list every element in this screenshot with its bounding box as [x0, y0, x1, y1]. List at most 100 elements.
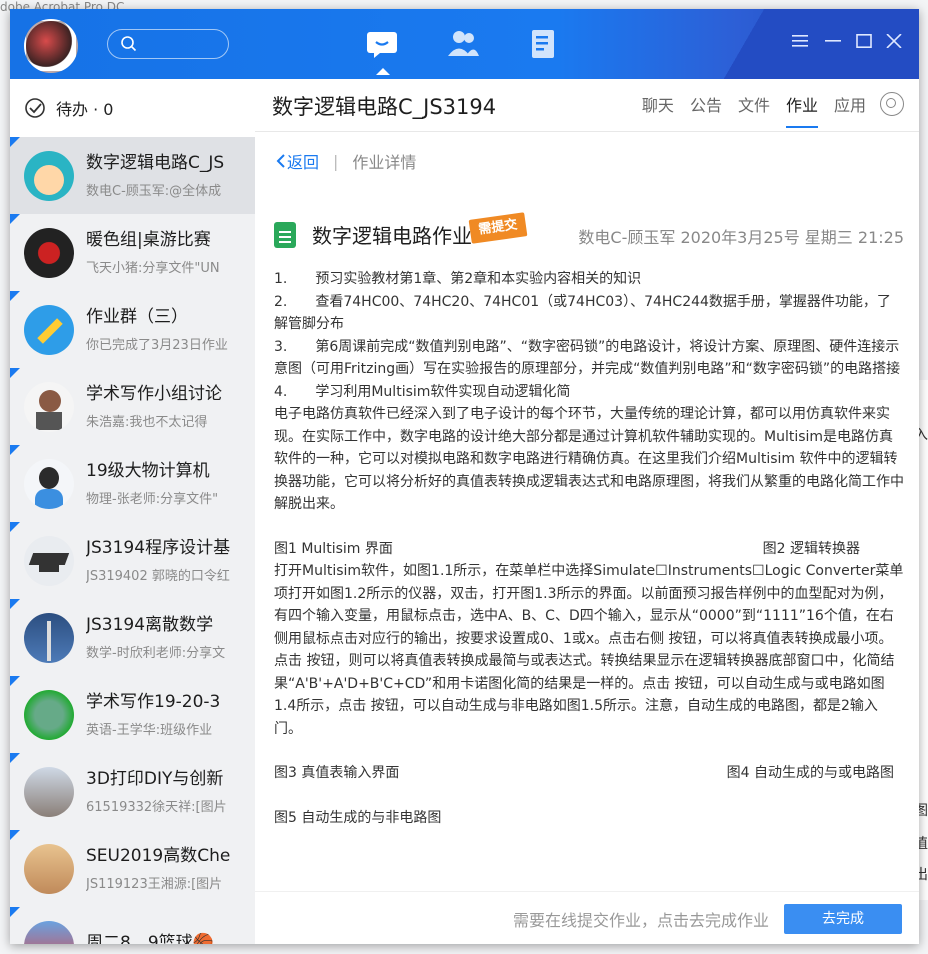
- conversation-name: 19级大物计算机: [86, 461, 210, 481]
- tasks-icon[interactable]: [526, 29, 560, 59]
- homework-title: 数字逻辑电路作业: [312, 224, 472, 248]
- figure-caption: 图5 自动生成的与非电路图: [274, 809, 442, 826]
- conversation-avatar: [24, 920, 74, 944]
- chat-icon[interactable]: [366, 29, 400, 75]
- conversation-item[interactable]: 19级大物计算机物理-张老师:分享文件": [10, 445, 255, 522]
- group-corner-icon: [10, 291, 20, 301]
- todo-entry[interactable]: 待办 · 0: [10, 79, 255, 137]
- back-label: 返回: [287, 153, 320, 172]
- settings-gear-icon[interactable]: [880, 92, 904, 116]
- group-corner-icon: [10, 368, 20, 378]
- breadcrumb: 返回 | 作业详情: [255, 132, 919, 191]
- main-panel: 数字逻辑电路C_JS3194 聊天 公告 文件 作业 应用 返回 | 作业详情 …: [255, 79, 919, 944]
- conversation-preview: 你已完成了3月23日作业: [86, 338, 228, 353]
- conversation-item[interactable]: SEU2019高数Che JS119123王湘源:[图片: [10, 830, 255, 907]
- group-corner-icon: [10, 214, 20, 224]
- titlebar: [10, 9, 919, 79]
- conversation-avatar: [24, 304, 74, 355]
- conversation-preview: 61519332徐天祥:[图片: [86, 800, 227, 815]
- group-corner-icon: [10, 445, 20, 455]
- conversation-item[interactable]: 3D打印DIY与创新 61519332徐天祥:[图片: [10, 753, 255, 830]
- conversation-name: 周二8、9篮球🏀: [86, 932, 214, 945]
- homework-meta: 数电C-顾玉军 2020年3月25号 星期三 21:25: [578, 228, 904, 247]
- group-corner-icon: [10, 599, 20, 609]
- app-window: 待办 · 0 数字逻辑电路C_JS 数电C-顾玉军:@全体成 暖色组|桌游比赛 飞天…: [10, 9, 919, 944]
- conversation-preview: 朱浩嘉:我也不太记得: [86, 415, 208, 430]
- chat-header: 数字逻辑电路C_JS3194 聊天 公告 文件 作业 应用: [255, 79, 919, 132]
- homework-paragraph: 1. 预习实验教材第1章、第2章和本实验内容相关的知识: [274, 271, 642, 287]
- submit-required-badge: 需提交: [468, 212, 528, 244]
- conversation-preview: 飞天小猪:分享文件"UN: [86, 261, 220, 276]
- group-corner-icon: [10, 753, 20, 763]
- conversation-avatar: [24, 689, 74, 740]
- tab-announcement[interactable]: 公告: [690, 92, 722, 128]
- tab-homework[interactable]: 作业: [785, 92, 818, 128]
- chevron-left-icon: [276, 154, 285, 168]
- conversation-preview: 物理-张老师:分享文件": [86, 492, 219, 507]
- conversation-avatar: [24, 381, 74, 432]
- homework-detail: 数字逻辑电路作业 需提交 数电C-顾玉军 2020年3月25号 星期三 21:2…: [255, 190, 919, 892]
- complete-button[interactable]: 去完成: [784, 904, 902, 934]
- conversation-preview: JS319402 郭晓的口令红: [86, 569, 230, 584]
- conversation-name: 学术写作小组讨论: [86, 384, 222, 404]
- homework-paragraph: 4. 学习利用Multisim软件实现自动逻辑化简: [274, 383, 571, 400]
- contacts-icon[interactable]: [446, 29, 480, 59]
- conversation-avatar: [24, 766, 74, 817]
- conversation-item[interactable]: 暖色组|桌游比赛 飞天小猪:分享文件"UN: [10, 214, 255, 291]
- conversation-name: JS3194离散数学: [86, 615, 214, 635]
- search-icon: [121, 36, 137, 52]
- group-corner-icon: [10, 830, 20, 840]
- group-corner-icon: [10, 522, 20, 532]
- conversation-name: 学术写作19-20-3: [86, 692, 221, 712]
- homework-body: 1. 预习实验教材第1章、第2章和本实验内容相关的知识 2. 查看74HC00、…: [274, 268, 904, 829]
- titlebar-decoration: [659, 9, 919, 79]
- menu-icon[interactable]: [792, 33, 808, 53]
- conversation-preview: 数电C-顾玉军:@全体成: [86, 184, 222, 199]
- figure-caption: 图4 自动生成的与或电路图: [726, 765, 894, 781]
- conversation-preview: 数学-时欣利老师:分享文: [86, 646, 226, 661]
- conversation-name: JS3194程序设计基: [86, 538, 231, 558]
- conversation-sidebar: 待办 · 0 数字逻辑电路C_JS 数电C-顾玉军:@全体成 暖色组|桌游比赛 飞天…: [10, 79, 255, 944]
- minimize-icon[interactable]: [825, 33, 841, 53]
- conversation-name: 3D打印DIY与创新: [86, 769, 224, 789]
- submit-hint: 需要在线提交作业，点击去完成作业: [512, 911, 769, 930]
- tab-apps[interactable]: 应用: [834, 92, 866, 128]
- close-icon[interactable]: [886, 33, 902, 53]
- conversation-item[interactable]: 学术写作小组讨论朱浩嘉:我也不太记得: [10, 368, 255, 445]
- tab-chat[interactable]: 聊天: [642, 92, 674, 128]
- group-corner-icon: [10, 676, 20, 686]
- homework-paragraph: 电子电路仿真软件已经深入到了电子设计的每个环节，大量传统的理论计算，都可以用仿真…: [274, 406, 904, 512]
- figure-caption: 图1 Multisim 界面: [274, 540, 393, 557]
- figure-caption: 图3 真值表输入界面: [274, 765, 400, 781]
- conversation-preview: JS119123王湘源:[图片: [86, 877, 223, 892]
- homework-paragraph: 3. 第6周课前完成“数值判别电路”、“数字密码锁”的电路设计，将设计方案、原理…: [274, 338, 901, 378]
- group-corner-icon: [10, 137, 20, 147]
- homework-header: 数字逻辑电路作业 需提交 数电C-顾玉军 2020年3月25号 星期三 21:2…: [274, 212, 904, 256]
- conversation-item[interactable]: 数字逻辑电路C_JS 数电C-顾玉军:@全体成: [10, 137, 255, 214]
- page-title: 数字逻辑电路C_JS3194: [272, 95, 497, 119]
- breadcrumb-separator: |: [333, 151, 339, 171]
- maximize-icon[interactable]: [856, 33, 872, 53]
- conversation-item[interactable]: 学术写作19-20-3 英语-王学华:班级作业: [10, 676, 255, 753]
- breadcrumb-current: 作业详情: [352, 153, 417, 172]
- homework-paragraph: 打开Multisim软件，如图1.1所示，在菜单栏中选择Simulate☐Ins…: [274, 563, 904, 737]
- tab-bar: 聊天 公告 文件 作业 应用: [626, 92, 904, 128]
- conversation-avatar: [24, 458, 74, 509]
- conversation-name: 作业群（三）: [86, 307, 188, 327]
- conversation-item[interactable]: JS3194离散数学数学-时欣利老师:分享文: [10, 599, 255, 676]
- todo-label: 待办 · 0: [56, 100, 114, 119]
- conversation-preview: 英语-王学华:班级作业: [86, 723, 213, 738]
- conversation-item[interactable]: 作业群（三） 你已完成了3月23日作业: [10, 291, 255, 368]
- tab-files[interactable]: 文件: [738, 92, 770, 128]
- homework-footer: 需要在线提交作业，点击去完成作业 去完成: [255, 891, 919, 944]
- conversation-avatar: [24, 612, 74, 663]
- back-button[interactable]: 返回: [275, 149, 319, 173]
- conversation-avatar: [24, 843, 74, 894]
- document-icon: [274, 222, 296, 248]
- figure-caption: 图2 逻辑转换器: [762, 540, 860, 557]
- conversation-item[interactable]: 周二8、9篮球🏀: [10, 907, 255, 944]
- search-input[interactable]: [107, 29, 229, 59]
- user-avatar[interactable]: [24, 19, 78, 73]
- conversation-avatar: [24, 227, 74, 278]
- conversation-item[interactable]: JS3194程序设计基 JS319402 郭晓的口令红: [10, 522, 255, 599]
